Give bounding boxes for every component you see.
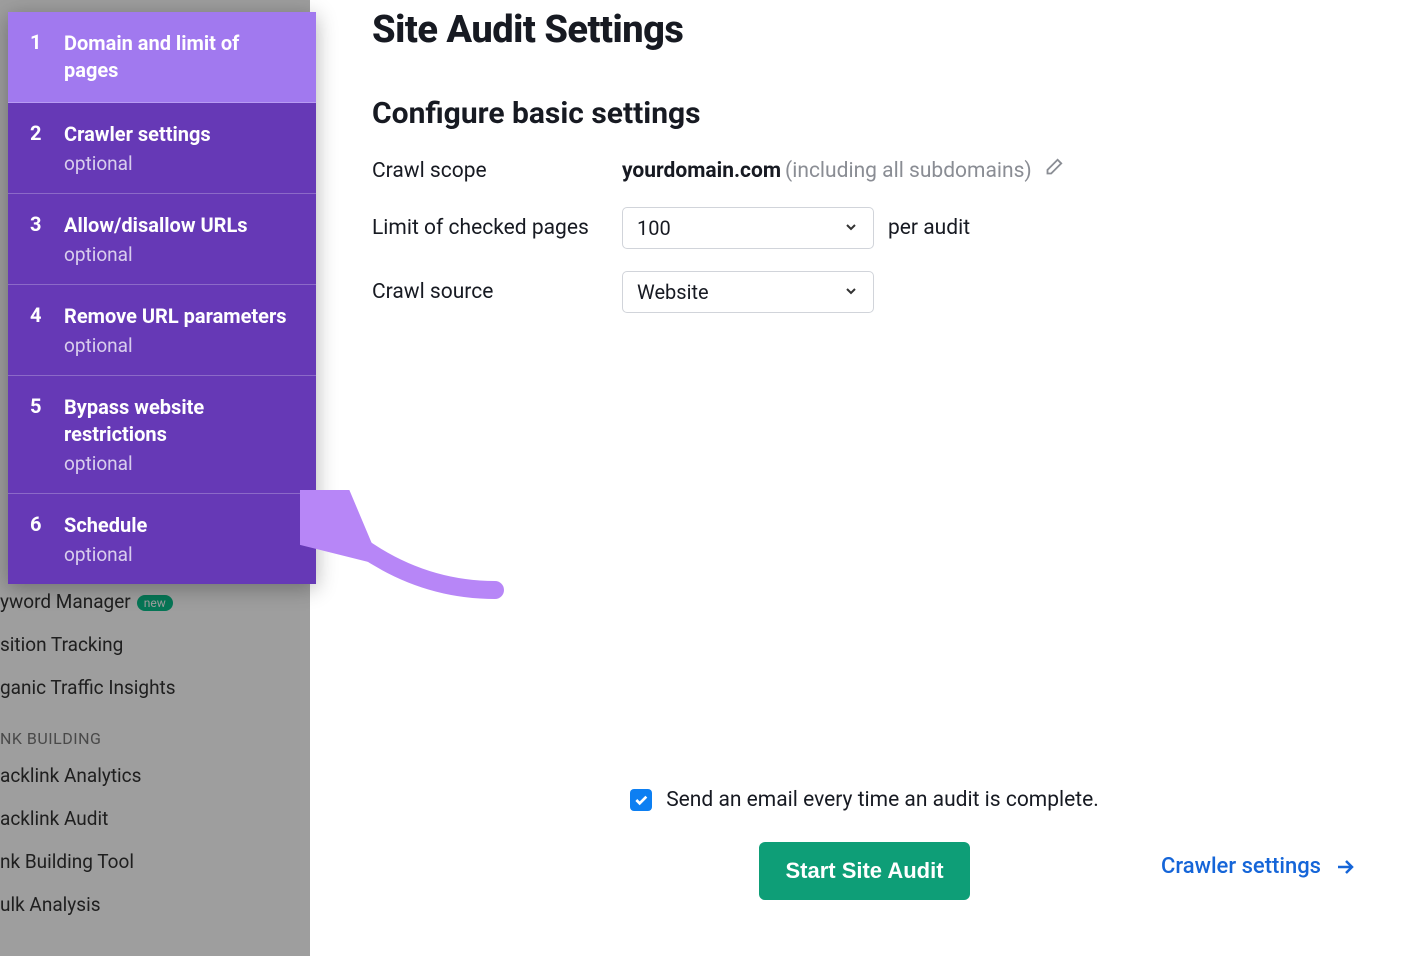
crawler-settings-link[interactable]: Crawler settings bbox=[1161, 854, 1357, 879]
crawl-scope-row: Crawl scope yourdomain.com (including al… bbox=[372, 157, 1387, 185]
step-optional-label: optional bbox=[64, 152, 298, 175]
step-number: 6 bbox=[30, 512, 64, 566]
step-crawler-settings[interactable]: 2 Crawler settings optional bbox=[8, 103, 316, 194]
crawl-source-row: Crawl source Website bbox=[372, 271, 1387, 313]
crawl-source-value: Website bbox=[637, 280, 709, 304]
crawl-scope-label: Crawl scope bbox=[372, 159, 622, 183]
step-bypass-restrictions[interactable]: 5 Bypass website restrictions optional bbox=[8, 376, 316, 494]
page-title: Site Audit Settings bbox=[372, 8, 1387, 52]
chevron-down-icon bbox=[843, 280, 859, 304]
email-notify-row: Send an email every time an audit is com… bbox=[372, 788, 1357, 812]
limit-pages-label: Limit of checked pages bbox=[372, 216, 622, 240]
step-title: Remove URL parameters bbox=[64, 303, 298, 330]
step-remove-url-parameters[interactable]: 4 Remove URL parameters optional bbox=[8, 285, 316, 376]
pencil-icon[interactable] bbox=[1042, 157, 1064, 185]
limit-pages-suffix: per audit bbox=[888, 216, 970, 240]
step-number: 4 bbox=[30, 303, 64, 357]
arrow-right-icon bbox=[1333, 855, 1357, 879]
step-title: Allow/disallow URLs bbox=[64, 212, 298, 239]
limit-pages-row: Limit of checked pages 100 per audit bbox=[372, 207, 1387, 249]
wizard-sidebar: 1 Domain and limit of pages 2 Crawler se… bbox=[8, 12, 316, 584]
step-number: 5 bbox=[30, 394, 64, 475]
step-optional-label: optional bbox=[64, 334, 298, 357]
step-title: Crawler settings bbox=[64, 121, 298, 148]
start-site-audit-button[interactable]: Start Site Audit bbox=[759, 842, 969, 900]
crawl-source-select[interactable]: Website bbox=[622, 271, 874, 313]
step-optional-label: optional bbox=[64, 543, 298, 566]
step-title: Bypass website restrictions bbox=[64, 394, 298, 448]
settings-form: Crawl scope yourdomain.com (including al… bbox=[372, 157, 1387, 313]
step-domain-and-limit[interactable]: 1 Domain and limit of pages bbox=[8, 12, 316, 103]
footer-actions: Send an email every time an audit is com… bbox=[372, 788, 1357, 900]
crawler-settings-link-label: Crawler settings bbox=[1161, 854, 1321, 879]
email-notify-label: Send an email every time an audit is com… bbox=[666, 788, 1099, 812]
limit-pages-value: 100 bbox=[637, 216, 671, 240]
step-title: Schedule bbox=[64, 512, 298, 539]
step-title: Domain and limit of pages bbox=[64, 30, 298, 84]
chevron-down-icon bbox=[843, 216, 859, 240]
email-notify-checkbox[interactable] bbox=[630, 789, 652, 811]
step-number: 1 bbox=[30, 30, 64, 84]
section-heading: Configure basic settings bbox=[372, 96, 1387, 131]
crawl-scope-domain: yourdomain.com bbox=[622, 159, 781, 183]
crawl-scope-note: (including all subdomains) bbox=[785, 159, 1032, 183]
limit-pages-select[interactable]: 100 bbox=[622, 207, 874, 249]
step-optional-label: optional bbox=[64, 243, 298, 266]
crawl-source-label: Crawl source bbox=[372, 280, 622, 304]
step-number: 2 bbox=[30, 121, 64, 175]
step-schedule[interactable]: 6 Schedule optional bbox=[8, 494, 316, 584]
step-number: 3 bbox=[30, 212, 64, 266]
step-optional-label: optional bbox=[64, 452, 298, 475]
step-allow-disallow-urls[interactable]: 3 Allow/disallow URLs optional bbox=[8, 194, 316, 285]
